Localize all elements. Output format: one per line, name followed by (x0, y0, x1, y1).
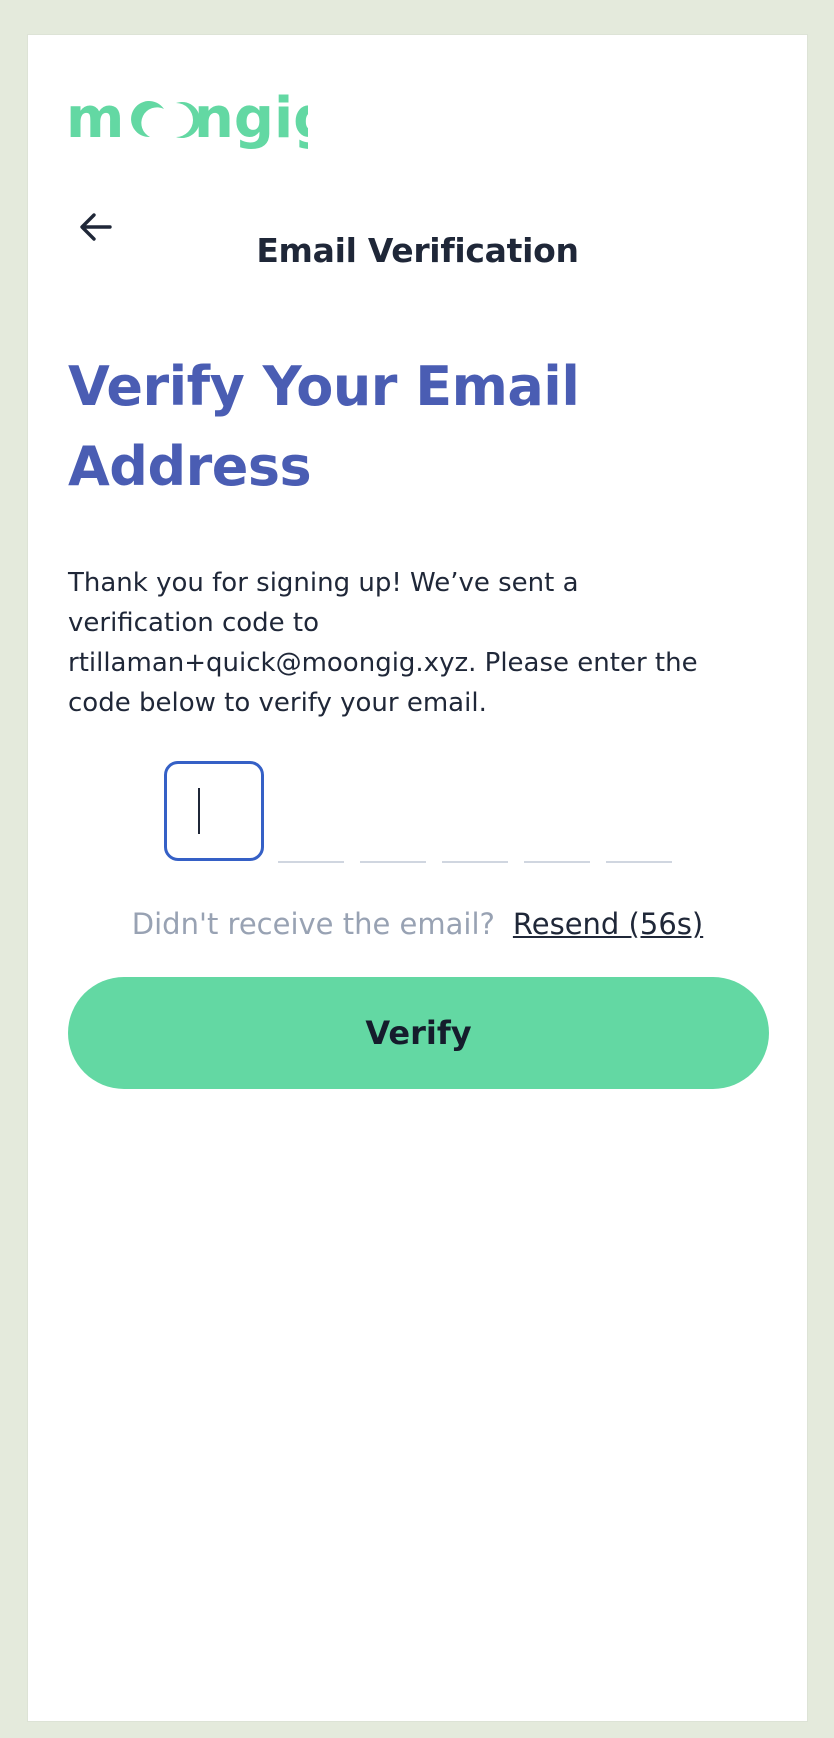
resend-prompt: Didn't receive the email? (131, 907, 495, 941)
resend-link[interactable]: Resend (56s) (513, 907, 703, 941)
otp-digit-4-input[interactable] (442, 861, 508, 863)
otp-digit-6-input[interactable] (606, 861, 672, 863)
otp-digit-3-input[interactable] (360, 861, 426, 863)
verify-button[interactable]: Verify (68, 977, 769, 1089)
svg-text:m: m (68, 86, 124, 149)
text-caret (198, 788, 200, 834)
moongig-logo: m ngig (68, 83, 308, 163)
resend-row: Didn't receive the email? Resend (56s) (28, 907, 807, 941)
page-heading: Verify Your Email Address (68, 355, 580, 498)
logo-graphic: m ngig (68, 86, 308, 149)
page-header-title: Email Verification (256, 231, 579, 270)
otp-digit-1-input[interactable] (164, 761, 264, 861)
otp-digit-5-input[interactable] (524, 861, 590, 863)
otp-input-group (164, 729, 688, 867)
verification-card: m ngig Email Verification Verify Your Em… (27, 34, 808, 1722)
svg-text:ngig: ngig (194, 86, 308, 149)
otp-digit-2-input[interactable] (278, 861, 344, 863)
verification-description: Thank you for signing up! We’ve sent a v… (68, 568, 698, 718)
